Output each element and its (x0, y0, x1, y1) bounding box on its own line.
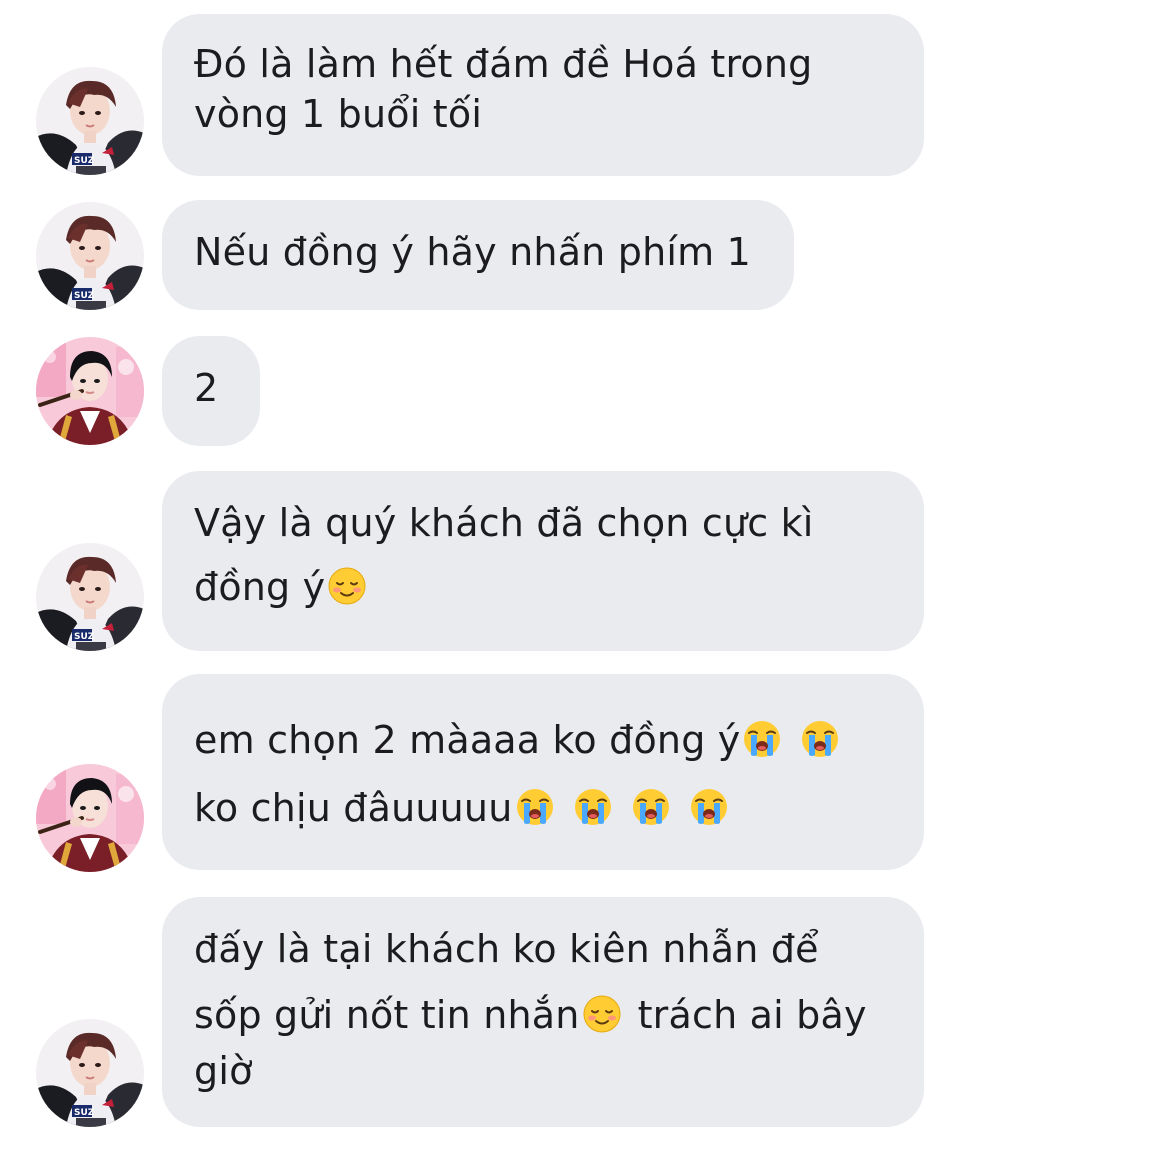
loudly-crying-face-icon (742, 719, 782, 759)
smiling-face-icon (327, 566, 367, 606)
avatar[interactable] (36, 1019, 144, 1127)
avatar[interactable] (36, 543, 144, 651)
message-text: đồng ý (194, 565, 326, 609)
message-text: giờ (194, 1049, 253, 1093)
message-text: ko chịu đâuuuuu (194, 786, 513, 830)
avatar[interactable] (36, 202, 144, 310)
message-bubble[interactable]: Đó là làm hết đám đề Hoá trong vòng 1 bu… (162, 14, 924, 176)
loudly-crying-face-icon (515, 787, 555, 827)
message-bubble[interactable]: Nếu đồng ý hãy nhấn phím 1 (162, 200, 794, 310)
message-bubble[interactable]: em chọn 2 màaaa ko đồng ý ko chịu đâuuuu… (162, 674, 924, 870)
message-text: Nếu đồng ý hãy nhấn phím 1 (194, 230, 751, 274)
avatar[interactable] (36, 764, 144, 872)
loudly-crying-face-icon (689, 787, 729, 827)
loudly-crying-face-icon (800, 719, 840, 759)
loudly-crying-face-icon (631, 787, 671, 827)
message-text: em chọn 2 màaaa ko đồng ý (194, 718, 741, 762)
message-line: ko chịu đâuuuuu (194, 786, 892, 830)
message-line: đồng ý (194, 565, 892, 609)
message-text: sốp gửi nốt tin nhắn (194, 993, 580, 1037)
message-line: sốp gửi nốt tin nhắn trách ai bây (194, 993, 892, 1049)
message-line: em chọn 2 màaaa ko đồng ý (194, 718, 892, 786)
message-text: vòng 1 buổi tối (194, 92, 483, 136)
message-bubble[interactable]: 2 (162, 336, 260, 446)
smiling-face-icon (582, 994, 622, 1034)
avatar[interactable] (36, 337, 144, 445)
avatar[interactable] (36, 67, 144, 175)
message-bubble[interactable]: Vậy là quý khách đã chọn cực kì đồng ý (162, 471, 924, 651)
message-text: 2 (194, 366, 219, 410)
message-text: Vậy là quý khách đã chọn cực kì (194, 501, 814, 545)
loudly-crying-face-icon (573, 787, 613, 827)
message-text: Đó là làm hết đám đề Hoá trong (194, 42, 813, 86)
message-text: trách ai bây (637, 993, 867, 1037)
message-bubble[interactable]: đấy là tại khách ko kiên nhẫn để sốp gửi… (162, 897, 924, 1127)
message-text: đấy là tại khách ko kiên nhẫn để (194, 927, 819, 971)
